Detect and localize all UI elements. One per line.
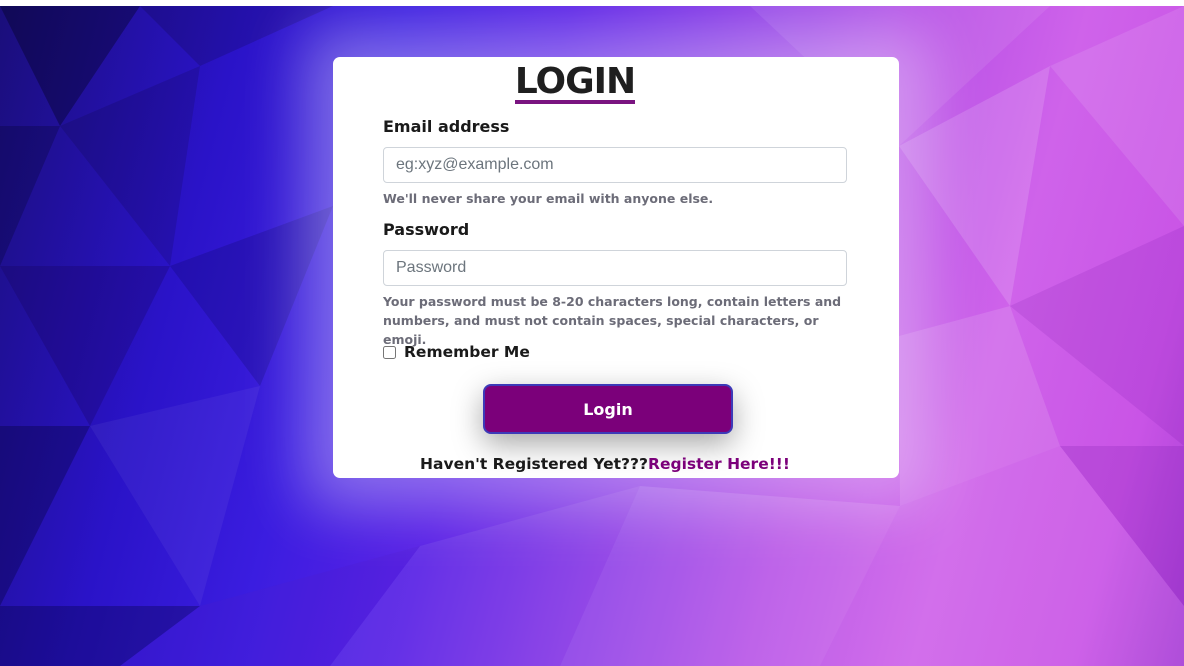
remember-me-checkbox[interactable] [383, 345, 396, 359]
remember-me-label: Remember Me [404, 343, 530, 361]
email-help-text: We'll never share your email with anyone… [383, 191, 714, 206]
login-title: LOGIN [333, 61, 817, 104]
password-field[interactable] [383, 250, 847, 286]
login-card: LOGIN Email address We'll never share yo… [333, 57, 899, 478]
register-link[interactable]: Register Here!!! [648, 455, 790, 473]
password-help-text: Your password must be 8-20 characters lo… [383, 294, 842, 347]
password-label: Password [383, 220, 470, 239]
login-button[interactable]: Login [483, 384, 733, 434]
email-label: Email address [383, 117, 510, 136]
remember-me-row[interactable]: Remember Me [383, 343, 530, 361]
login-title-text: LOGIN [514, 61, 636, 104]
email-field[interactable] [383, 147, 847, 183]
register-prompt-line: Haven't Registered Yet???Register Here!!… [333, 455, 877, 473]
register-prompt-text: Haven't Registered Yet??? [420, 455, 649, 473]
